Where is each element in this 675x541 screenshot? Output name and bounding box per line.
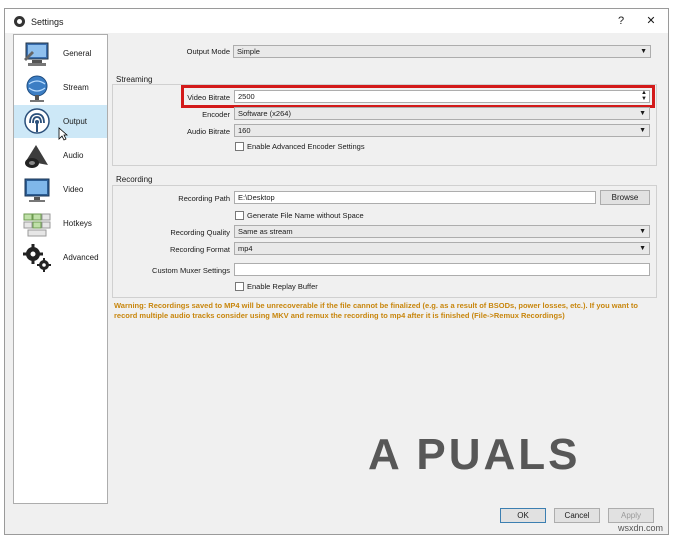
chevron-down-icon: ▼ <box>639 228 646 235</box>
recording-format-value: mp4 <box>238 244 253 253</box>
sidebar-item-label: Video <box>63 185 84 194</box>
chevron-down-icon: ▼ <box>640 48 647 55</box>
sidebar-item-label: Audio <box>63 151 84 160</box>
audio-bitrate-label: Audio Bitrate <box>187 127 230 136</box>
custom-muxer-input[interactable] <box>234 263 650 276</box>
recording-quality-label: Recording Quality <box>170 228 230 237</box>
chevron-down-icon: ▼ <box>639 110 646 117</box>
audio-bitrate-value: 160 <box>238 126 251 135</box>
general-icon <box>24 42 49 66</box>
sidebar-item-general[interactable]: General <box>14 37 107 70</box>
recording-path-label: Recording Path <box>178 194 230 203</box>
sidebar-item-label: Hotkeys <box>63 219 92 228</box>
recording-group-title: Recording <box>116 175 153 184</box>
output-mode-value: Simple <box>237 47 260 56</box>
video-icon <box>24 178 50 202</box>
red-highlight-box <box>181 85 655 108</box>
sidebar-item-label: Advanced <box>63 253 99 262</box>
chevron-down-icon: ▼ <box>639 245 646 252</box>
output-mode-select[interactable]: Simple ▼ <box>233 45 651 58</box>
sidebar-item-label: General <box>63 49 92 58</box>
sidebar-item-video[interactable]: Video <box>14 173 107 206</box>
help-button[interactable]: ? <box>613 14 629 28</box>
sidebar-item-output[interactable]: Output <box>14 105 107 141</box>
close-button[interactable]: ✕ <box>643 14 659 28</box>
sidebar-item-label: Stream <box>63 83 89 92</box>
chevron-down-icon: ▼ <box>639 127 646 134</box>
site-watermark: wsxdn.com <box>618 523 664 533</box>
hotkeys-icon <box>23 213 51 237</box>
audio-bitrate-select[interactable]: 160 ▼ <box>234 124 650 137</box>
title-bar: Settings ? ✕ <box>5 9 668 33</box>
sidebar-item-audio[interactable]: Audio <box>14 139 107 172</box>
cancel-button[interactable]: Cancel <box>554 508 600 523</box>
recording-path-input[interactable]: E:\Desktop <box>234 191 596 204</box>
replay-buffer-label: Enable Replay Buffer <box>247 282 318 291</box>
encoder-select[interactable]: Software (x264) ▼ <box>234 107 650 120</box>
apply-button[interactable]: Apply <box>608 508 654 523</box>
streaming-group-title: Streaming <box>116 75 153 84</box>
sidebar-item-stream[interactable]: Stream <box>14 71 107 104</box>
recording-quality-select[interactable]: Same as stream ▼ <box>234 225 650 238</box>
recording-format-select[interactable]: mp4 ▼ <box>234 242 650 255</box>
sidebar-item-label: Output <box>63 117 88 126</box>
recording-format-label: Recording Format <box>169 245 230 254</box>
obs-app-icon <box>14 16 25 27</box>
browse-button[interactable]: Browse <box>600 190 650 205</box>
ok-button[interactable]: OK <box>500 508 546 523</box>
replay-buffer-checkbox[interactable] <box>235 282 244 291</box>
encoder-value: Software (x264) <box>238 109 291 118</box>
stream-icon <box>26 75 48 102</box>
recording-path-value: E:\Desktop <box>238 193 275 202</box>
encoder-label: Encoder <box>202 110 230 119</box>
advanced-encoder-label: Enable Advanced Encoder Settings <box>247 142 365 151</box>
output-icon <box>24 108 50 134</box>
window-title: Settings <box>31 17 64 27</box>
advanced-gears-icon <box>23 244 51 272</box>
output-mode-label: Output Mode <box>186 47 230 56</box>
audio-icon <box>25 145 48 168</box>
no-space-filename-checkbox[interactable] <box>235 211 244 220</box>
settings-sidebar: General Stream Output Audio Video Hotkey… <box>13 34 108 504</box>
custom-muxer-label: Custom Muxer Settings <box>152 266 230 275</box>
advanced-encoder-checkbox[interactable] <box>235 142 244 151</box>
mp4-warning-text: Warning: Recordings saved to MP4 will be… <box>114 301 638 320</box>
appuals-watermark-logo: A PUALS <box>368 430 581 479</box>
recording-quality-value: Same as stream <box>238 227 293 236</box>
sidebar-item-hotkeys[interactable]: Hotkeys <box>14 207 107 240</box>
sidebar-item-advanced[interactable]: Advanced <box>14 241 107 274</box>
no-space-filename-label: Generate File Name without Space <box>247 211 364 220</box>
